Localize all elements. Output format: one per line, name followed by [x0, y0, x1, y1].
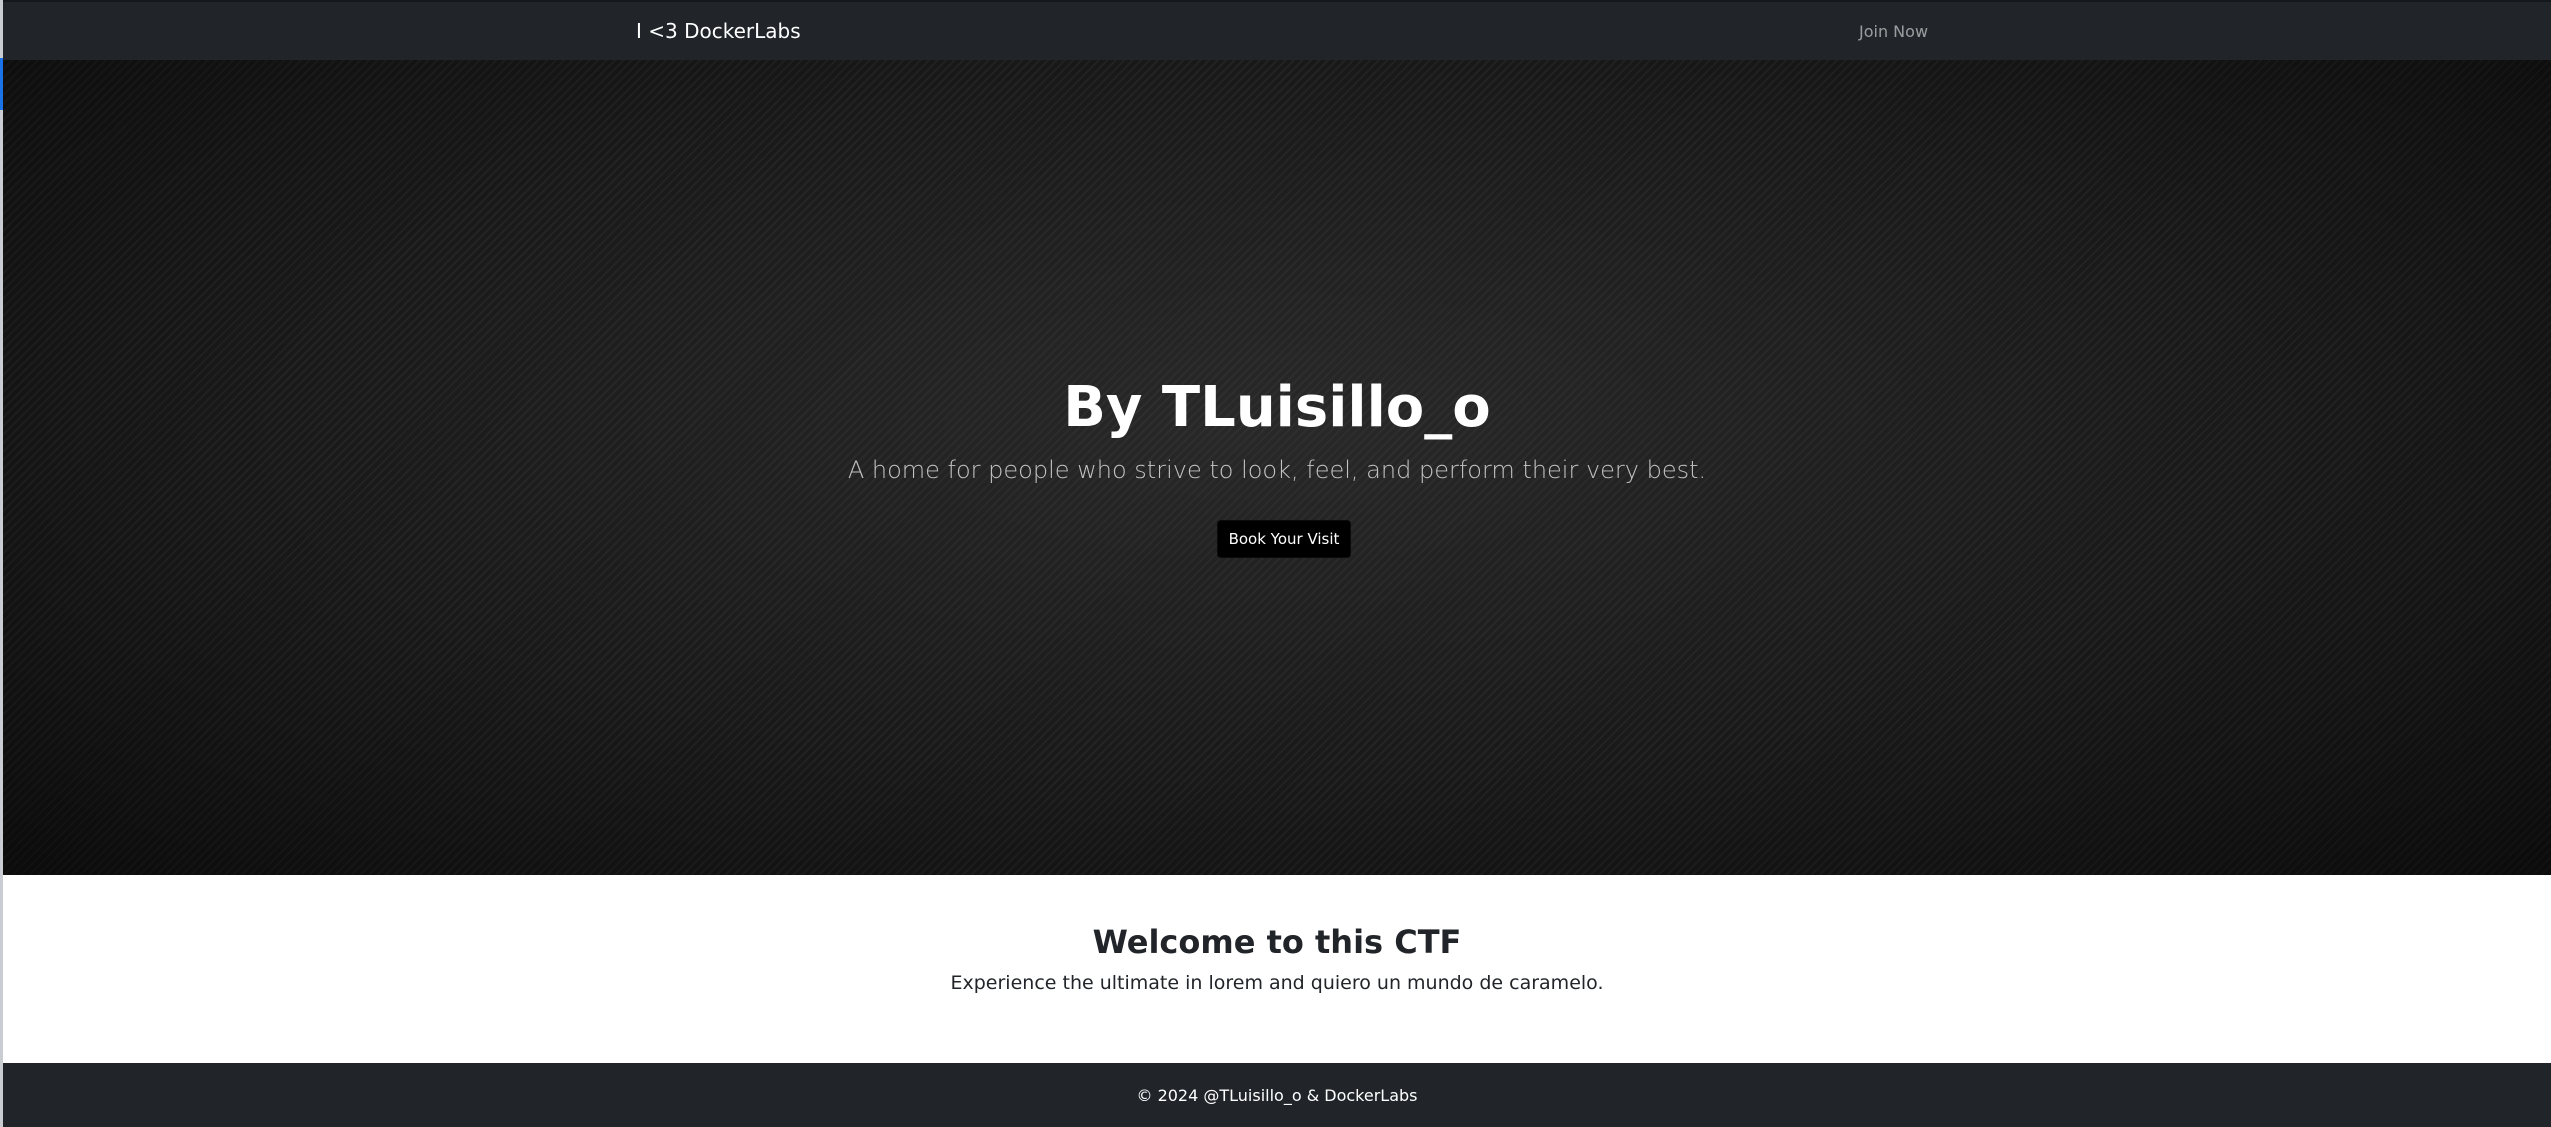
- top-navbar: I <3 DockerLabs Join Now: [3, 0, 2551, 60]
- book-visit-button[interactable]: Book Your Visit: [1217, 520, 1351, 558]
- welcome-section: Welcome to this CTF Experience the ultim…: [3, 875, 2551, 1063]
- welcome-text: Experience the ultimate in lorem and qui…: [950, 972, 1604, 994]
- brand-link[interactable]: I <3 DockerLabs: [636, 19, 801, 43]
- footer-copyright: © 2024 @TLuisillo_o & DockerLabs: [1136, 1086, 1418, 1105]
- join-now-link[interactable]: Join Now: [1859, 22, 1928, 41]
- hero-section: By TLuisillo_o A home for people who str…: [3, 60, 2551, 875]
- page-footer: © 2024 @TLuisillo_o & DockerLabs: [3, 1063, 2551, 1127]
- hero-subtitle: A home for people who strive to look, fe…: [847, 456, 1707, 484]
- hero-title: By TLuisillo_o: [1063, 375, 1491, 440]
- welcome-title: Welcome to this CTF: [1092, 923, 1462, 961]
